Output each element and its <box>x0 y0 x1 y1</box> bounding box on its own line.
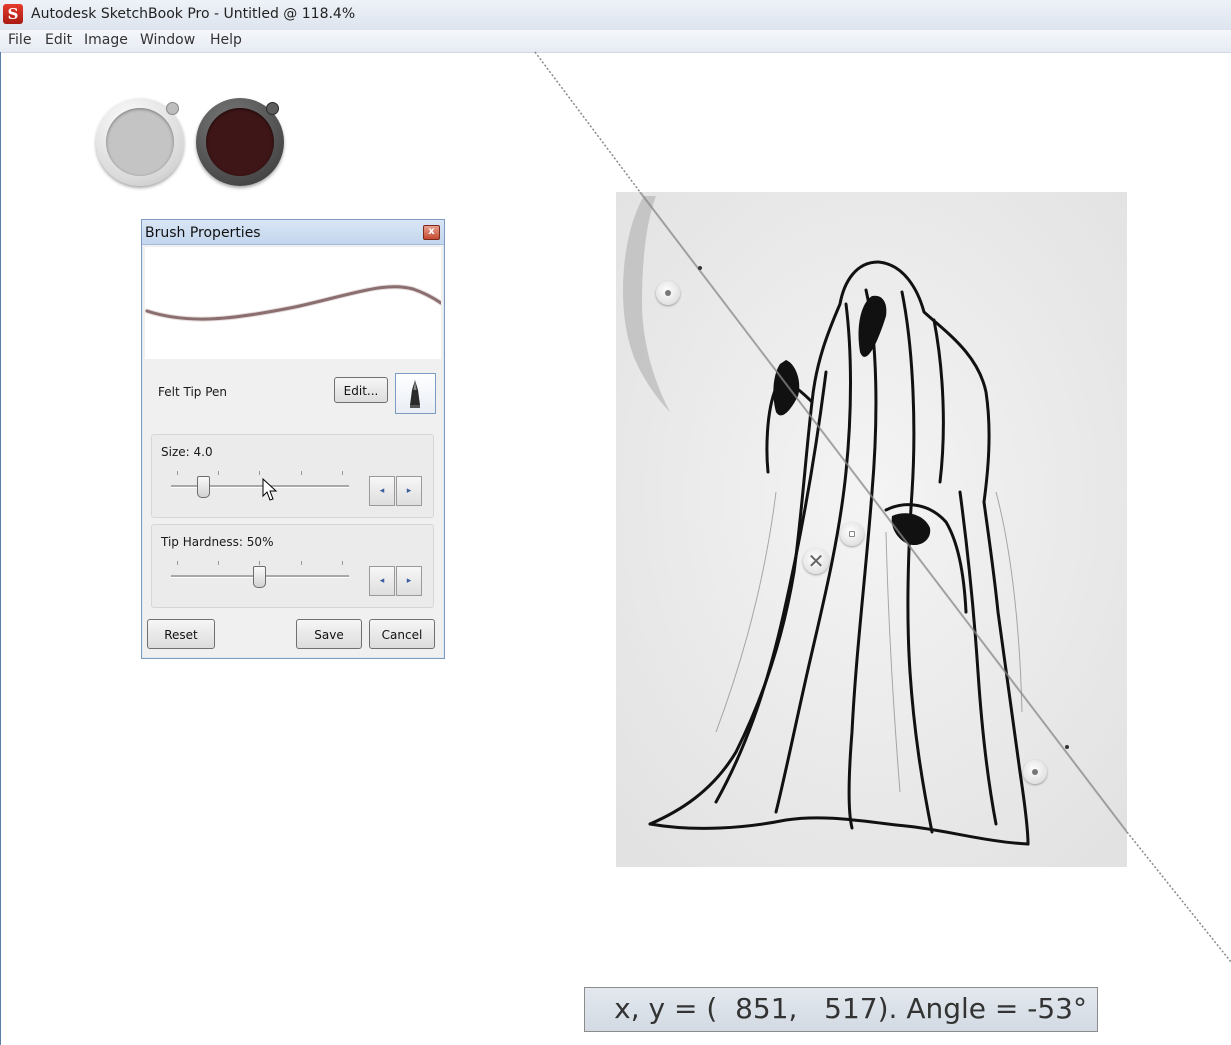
stroke-preview-svg <box>144 284 444 322</box>
foreground-color-puck[interactable] <box>96 98 184 186</box>
slider-tick <box>301 561 302 565</box>
slider-tick <box>259 471 260 475</box>
slider-tick <box>177 471 178 475</box>
menu-file[interactable]: File <box>8 32 31 48</box>
tip-hardness-group: Tip Hardness: 50% ◂ ▸ <box>151 524 434 608</box>
window-border <box>0 52 1 1045</box>
menu-help[interactable]: Help <box>210 32 242 48</box>
drawing-svg <box>616 192 1127 867</box>
panel-title-bar[interactable]: Brush Properties x <box>142 220 444 245</box>
cancel-button[interactable]: Cancel <box>369 619 435 649</box>
window-title: Autodesk SketchBook Pro - Untitled @ 118… <box>31 6 356 22</box>
brush-properties-panel: Brush Properties x Felt Tip Pen Edit... … <box>141 219 445 659</box>
foreground-color-swatch <box>106 108 174 176</box>
slider-tick <box>342 561 343 565</box>
ruler-center-handle[interactable] <box>840 522 864 546</box>
grim-reaper-drawing <box>616 192 1127 867</box>
size-increase-button[interactable]: ▸ <box>396 476 422 506</box>
ruler-rotate-handle[interactable] <box>1023 760 1047 784</box>
panel-title: Brush Properties <box>145 225 261 241</box>
slider-tick <box>218 561 219 565</box>
mouse-pointer-icon <box>262 478 278 501</box>
slider-tick <box>177 561 178 565</box>
tip-hardness-label: Tip Hardness: 50% <box>161 535 274 549</box>
size-group: Size: 4.0 ◂ ▸ <box>151 434 434 518</box>
menu-image[interactable]: Image <box>84 32 128 48</box>
ruler-close-icon[interactable]: ✕ <box>803 548 829 574</box>
background-color-puck[interactable] <box>196 98 284 186</box>
tip-hardness-slider-thumb[interactable] <box>253 566 266 588</box>
save-button[interactable]: Save <box>296 619 362 649</box>
puck-handle-icon[interactable] <box>166 102 179 115</box>
sketchbook-app-icon[interactable]: S <box>3 4 23 24</box>
background-color-swatch <box>206 108 274 176</box>
title-bar: S Autodesk SketchBook Pro - Untitled @ 1… <box>0 0 1231 31</box>
hardness-increase-button[interactable]: ▸ <box>396 566 422 596</box>
coordinate-readout: x, y = ( 851, 517). Angle = -53° <box>584 987 1098 1032</box>
felt-tip-pen-icon <box>410 380 420 408</box>
menu-window[interactable]: Window <box>140 32 195 48</box>
size-label: Size: 4.0 <box>161 445 213 459</box>
brush-name-label: Felt Tip Pen <box>158 385 228 399</box>
menu-edit[interactable]: Edit <box>45 32 72 48</box>
slider-tick <box>259 561 260 565</box>
size-slider-thumb[interactable] <box>197 476 210 498</box>
puck-handle-icon[interactable] <box>266 102 279 115</box>
slider-tick <box>342 471 343 475</box>
hardness-decrease-button[interactable]: ◂ <box>369 566 395 596</box>
ruler-rotate-handle[interactable] <box>656 281 680 305</box>
edit-brush-button[interactable]: Edit... <box>334 377 388 403</box>
size-decrease-button[interactable]: ◂ <box>369 476 395 506</box>
reset-button[interactable]: Reset <box>147 619 215 649</box>
brush-tip-button[interactable] <box>395 373 436 414</box>
close-icon[interactable]: x <box>423 225 440 240</box>
slider-tick <box>301 471 302 475</box>
slider-tick <box>218 471 219 475</box>
brush-stroke-preview <box>144 247 444 359</box>
menu-bar: File Edit Image Window Help <box>0 30 1231 53</box>
